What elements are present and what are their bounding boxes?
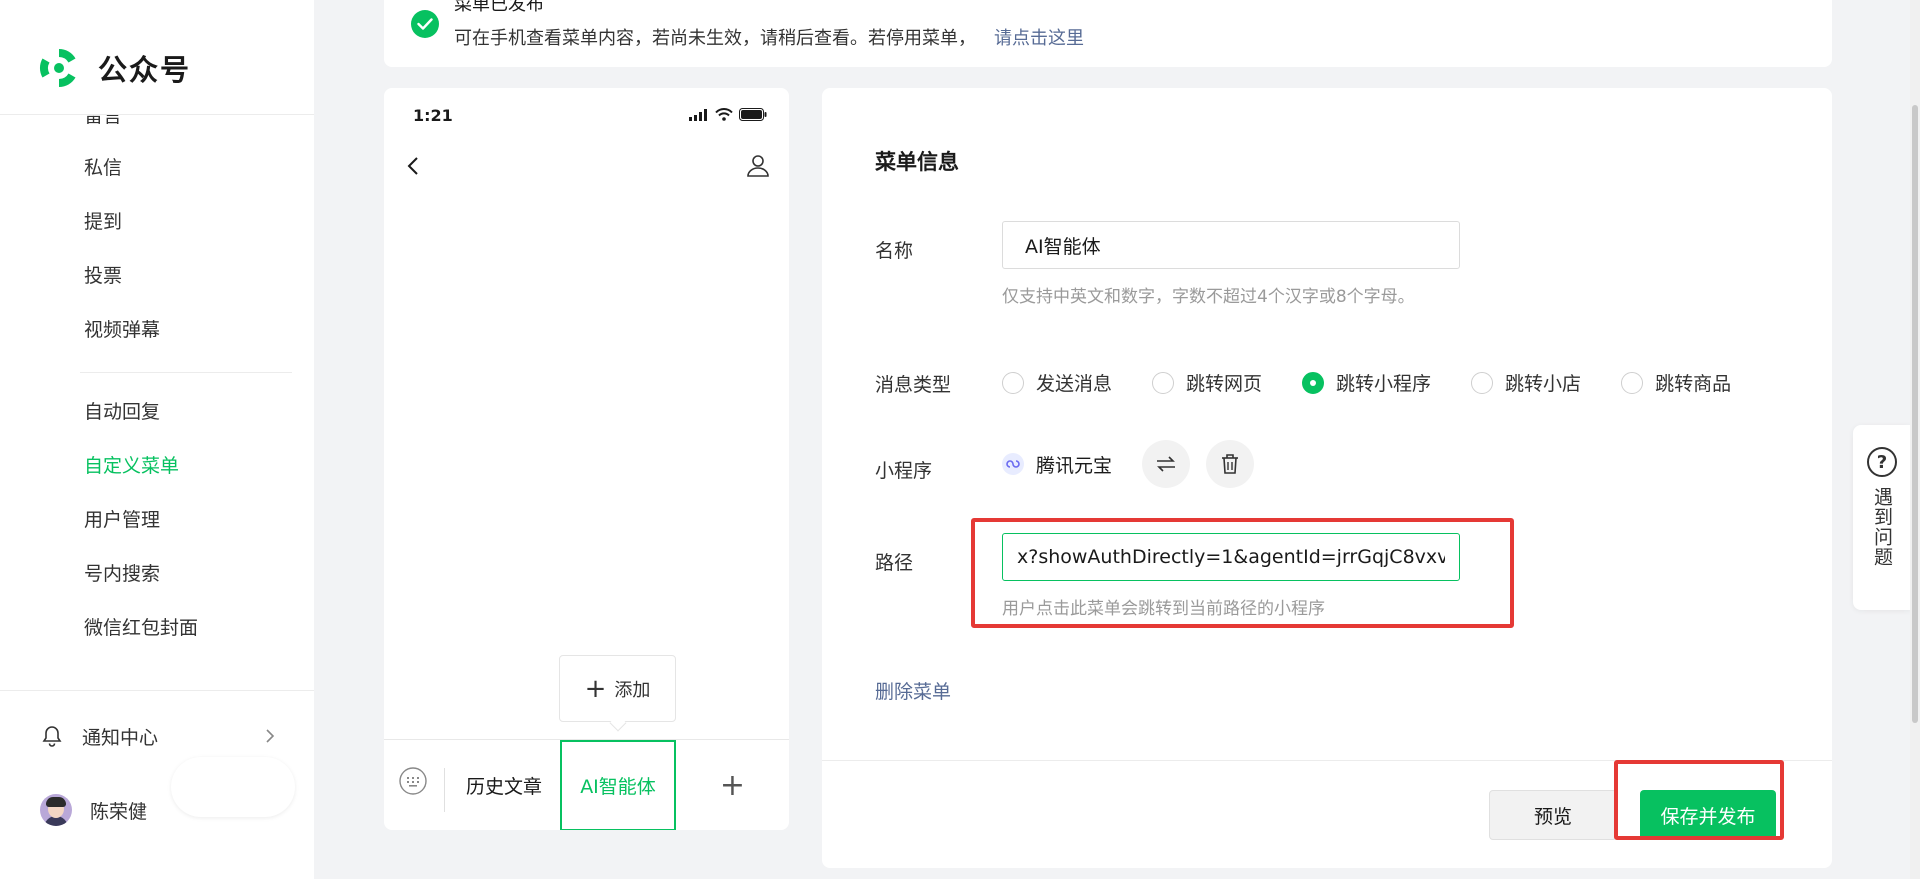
status-time: 1:21 — [413, 106, 453, 125]
notification-label: 通知中心 — [82, 726, 159, 749]
sidebar-divider — [0, 690, 314, 691]
menu-tab-ai-agent[interactable]: AI智能体 — [560, 740, 676, 830]
battery-icon — [739, 108, 767, 121]
mini-program-name: 腾讯元宝 — [1036, 454, 1113, 477]
add-menu-button[interactable]: + — [676, 740, 789, 830]
sidebar-item-comments[interactable]: 留言 — [84, 115, 122, 129]
sidebar: 公众号 留言 私信 提到 投票 视频弹幕 自动回复 自定义菜单 用户管理 号内搜… — [0, 0, 314, 879]
sidebar-item-votes[interactable]: 投票 — [84, 263, 122, 289]
radio-send-message[interactable]: 发送消息 — [1002, 369, 1112, 396]
menu-name-input[interactable] — [1002, 221, 1460, 269]
sidebar-item-in-account-search[interactable]: 号内搜索 — [84, 561, 160, 587]
help-label: 遇到问题 — [1871, 487, 1893, 567]
bell-icon — [42, 726, 62, 747]
sidebar-item-custom-menu[interactable]: 自定义菜单 — [84, 453, 179, 479]
mini-program-row: 腾讯元宝 — [1002, 440, 1255, 488]
status-icons — [689, 108, 767, 121]
sidebar-item-video-danmaku[interactable]: 视频弹幕 — [84, 317, 160, 343]
sidebar-item-messages[interactable]: 私信 — [84, 155, 122, 181]
radio-jump-product[interactable]: 跳转商品 — [1621, 369, 1731, 396]
add-submenu-button[interactable]: + 添加 — [559, 655, 676, 732]
path-hint: 用户点击此菜单会跳转到当前路径的小程序 — [1002, 599, 1325, 619]
panel-title: 菜单信息 — [875, 150, 959, 174]
keyboard-icon[interactable] — [398, 766, 428, 796]
name-hint: 仅支持中英文和数字，字数不超过4个汉字或8个字母。 — [1002, 287, 1415, 307]
delete-menu-link[interactable]: 删除菜单 — [875, 677, 951, 704]
path-input[interactable] — [1002, 533, 1460, 581]
mini-program-icon — [1002, 453, 1024, 475]
add-submenu-label: 添加 — [614, 679, 651, 701]
menu-tab-history[interactable]: 历史文章 — [448, 740, 560, 830]
radio-jump-shop[interactable]: 跳转小店 — [1471, 369, 1581, 396]
signal-icon — [689, 108, 707, 121]
trash-icon — [1222, 454, 1239, 474]
radio-jump-webpage[interactable]: 跳转网页 — [1152, 369, 1262, 396]
disable-menu-link[interactable]: 请点击这里 — [994, 28, 1084, 49]
mini-program-label: 小程序 — [875, 460, 933, 482]
notice-desc-text: 可在手机查看菜单内容，若尚未生效，请稍后查看。若停用菜单， — [454, 28, 976, 49]
wifi-icon — [715, 108, 733, 121]
path-label: 路径 — [875, 552, 914, 574]
brand-name: 公众号 — [98, 53, 192, 87]
sidebar-item-user-management[interactable]: 用户管理 — [84, 507, 160, 533]
sidebar-item-auto-reply[interactable]: 自动回复 — [84, 399, 160, 425]
official-account-logo-icon — [39, 48, 76, 88]
message-type-label: 消息类型 — [875, 374, 952, 396]
phone-menu-bar: 历史文章 AI智能体 + — [384, 739, 789, 830]
plus-icon: + — [584, 673, 607, 704]
delete-mini-program-button[interactable] — [1206, 440, 1255, 488]
sidebar-nav: 留言 私信 提到 投票 视频弹幕 自动回复 自定义菜单 用户管理 号内搜索 微信… — [0, 115, 314, 685]
back-chevron-icon[interactable] — [402, 154, 426, 178]
phone-preview: 1:21 + 添加 历史文章 AI智能体 + — [384, 88, 789, 830]
publish-notice: 菜单已发布 可在手机查看菜单内容，若尚未生效，请稍后查看。若停用菜单， 请点击这里 — [384, 0, 1832, 67]
notice-title: 菜单已发布 — [454, 0, 544, 15]
panel-divider — [822, 760, 1832, 761]
brand[interactable]: 公众号 — [36, 44, 191, 92]
avatar — [40, 794, 72, 826]
name-label: 名称 — [875, 240, 914, 262]
notice-desc: 可在手机查看菜单内容，若尚未生效，请稍后查看。若停用菜单， 请点击这里 — [454, 27, 1084, 51]
success-check-icon — [411, 10, 439, 38]
help-button[interactable]: ? 遇到问题 — [1853, 425, 1911, 610]
user-name: 陈荣健 — [90, 800, 148, 823]
notification-center[interactable]: 通知中心 — [40, 716, 280, 756]
sidebar-item-red-packet-cover[interactable]: 微信红包封面 — [84, 615, 198, 641]
sidebar-item-mentions[interactable]: 提到 — [84, 209, 122, 235]
preview-button[interactable]: 预览 — [1489, 790, 1617, 840]
radio-jump-mini-program[interactable]: 跳转小程序 — [1302, 369, 1431, 396]
chevron-right-icon — [266, 729, 275, 743]
submenu-actions-bubble — [171, 757, 295, 817]
message-type-radios: 发送消息 跳转网页 跳转小程序 跳转小店 跳转商品 — [1002, 369, 1771, 396]
save-publish-button[interactable]: 保存并发布 — [1640, 790, 1776, 840]
scrollbar-thumb[interactable] — [1912, 105, 1918, 723]
question-icon: ? — [1867, 447, 1897, 477]
nav-divider — [80, 372, 292, 373]
swap-icon — [1157, 456, 1176, 472]
menu-info-panel: 菜单信息 名称 仅支持中英文和数字，字数不超过4个汉字或8个字母。 消息类型 发… — [822, 88, 1832, 868]
user-profile-icon[interactable] — [745, 152, 771, 178]
switch-mini-program-button[interactable] — [1142, 440, 1191, 488]
